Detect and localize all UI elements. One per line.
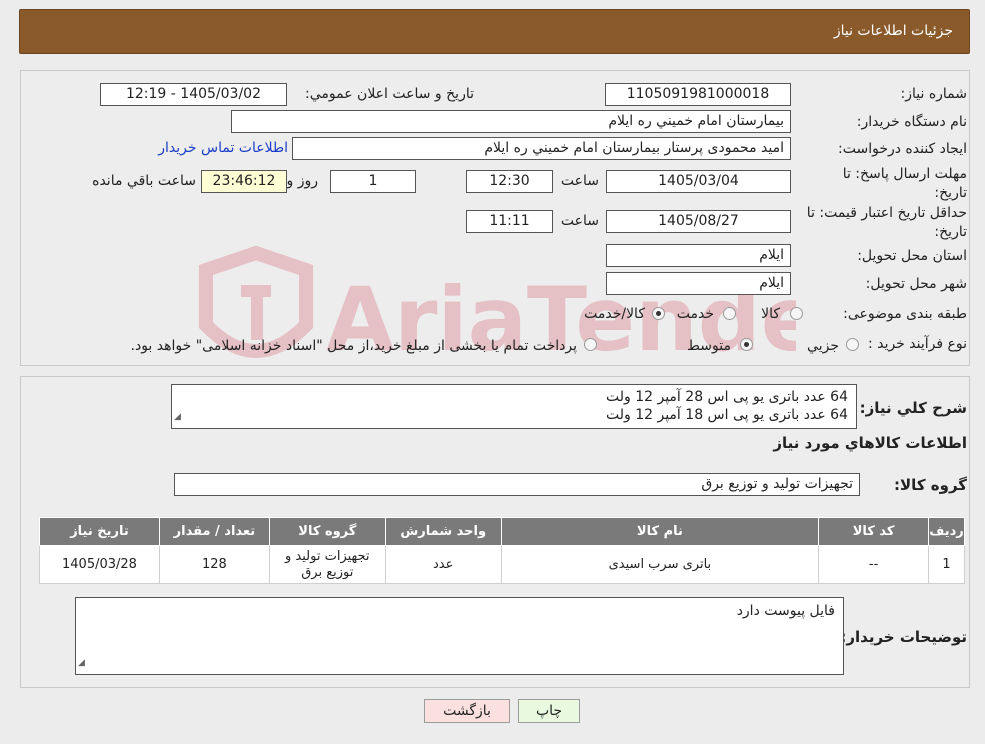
col-header-qty: تعداد / مقدار (158, 517, 270, 546)
validity-date-field: 1405/08/27 (606, 210, 791, 233)
description-line-1: 64 عدد باتری یو پی اس 28 آمپر 12 ولت (605, 389, 848, 405)
validity-label-line1: حداقل تاريخ اعتبار قيمت: تا (806, 205, 967, 221)
announce-field: 1405/03/02 - 12:19 (100, 83, 287, 106)
goods-section-title: اطلاعات كالاهاي مورد نياز (773, 434, 967, 452)
days-field: 1 (330, 170, 416, 193)
creator-field: اميد محمودی پرستار بيمارستان امام خميني … (292, 137, 791, 160)
remaining-label: ساعت باقي مانده (92, 173, 196, 189)
table-row: 1 -- باتری سرب اسیدی عدد تجهيزات توليد و… (39, 545, 965, 584)
goods-table: رديف كد كالا نام كالا واحد شمارش گروه كا… (39, 517, 965, 584)
col-header-name: نام كالا (500, 517, 820, 546)
remaining-time-field: 23:46:12 (201, 170, 287, 193)
cell-unit: عدد (384, 545, 502, 584)
buyer-org-field: بيمارستان امام خميني ره ايلام (231, 110, 791, 133)
goods-table-header-row: رديف كد كالا نام كالا واحد شمارش گروه كا… (39, 517, 965, 546)
deadline-time-field: 12:30 (466, 170, 553, 193)
category-radio-goods[interactable] (790, 307, 803, 320)
col-header-date: تاريخ نياز (39, 517, 160, 546)
validity-time-field: 11:11 (466, 210, 553, 233)
cell-date: 1405/03/28 (39, 545, 160, 584)
city-field: ايلام (606, 272, 791, 295)
announce-label: تاريخ و ساعت اعلان عمومي: (305, 86, 474, 102)
buyer-org-label: نام دستگاه خريدار: (856, 114, 967, 130)
category-option-service: خدمت (676, 306, 714, 322)
deadline-time-label: ساعت (560, 173, 599, 189)
page-title: جزئیات اطلاعات نیاز (833, 23, 953, 39)
buyer-contact-link[interactable]: اطلاعات تماس خريدار (158, 140, 288, 156)
col-header-unit: واحد شمارش (384, 517, 502, 546)
validity-time-label: ساعت (560, 213, 599, 229)
category-radio-service[interactable] (723, 307, 736, 320)
description-label: شرح كلي نياز: (859, 399, 967, 417)
page-header: جزئیات اطلاعات نیاز (19, 9, 970, 54)
process-option-minor: جزيي (807, 338, 839, 354)
category-radio-goods-service[interactable] (652, 307, 665, 320)
need-number-label: شماره نیاز: (900, 86, 968, 102)
province-field: ايلام (606, 244, 791, 267)
description-textarea[interactable]: 64 عدد باتری یو پی اس 28 آمپر 12 ولت 64 … (171, 384, 857, 429)
city-label: شهر محل تحويل: (865, 276, 967, 292)
category-option-goods-service: كالا/خدمت (584, 306, 645, 322)
province-label: استان محل تحويل: (857, 248, 967, 264)
process-note: پرداخت تمام يا بخشی از مبلغ خريد،از محل … (130, 338, 577, 354)
resize-grip-icon[interactable]: ◢ (174, 408, 181, 426)
process-radio-minor[interactable] (846, 338, 859, 351)
deadline-label-line2: تاريخ: (934, 185, 967, 201)
days-label: روز و (286, 173, 319, 189)
process-label: نوع فرآيند خريد : (868, 336, 967, 352)
process-option-medium: متوسط (687, 338, 731, 354)
description-line-2: 64 عدد باتری یو پی اس 18 آمپر 12 ولت (605, 407, 848, 423)
goods-group-label: گروه كالا: (894, 476, 967, 494)
print-button[interactable]: چاپ (518, 699, 580, 723)
process-radio-medium[interactable] (740, 338, 753, 351)
category-option-goods: كالا (761, 306, 780, 322)
col-header-index: رديف (928, 517, 965, 546)
deadline-label-line1: مهلت ارسال پاسخ: تا (842, 166, 967, 182)
creator-label: ايجاد كننده درخواست: (838, 141, 967, 157)
goods-group-field: تجهيزات توليد و توزيع برق (174, 473, 860, 496)
buyer-notes-text: فایل پیوست دارد (736, 603, 835, 619)
cell-group: تجهيزات توليد و توزيع برق (268, 545, 386, 584)
cell-code: -- (818, 545, 930, 584)
cell-name: باتری سرب اسیدی (500, 545, 820, 584)
resize-grip-icon[interactable]: ◢ (78, 654, 85, 672)
buyer-notes-label: توضيحات خريدار: (840, 628, 967, 646)
goods-table-wrap: رديف كد كالا نام كالا واحد شمارش گروه كا… (39, 517, 965, 584)
col-header-group: گروه كالا (268, 517, 386, 546)
validity-label-line2: تاريخ: (934, 224, 967, 240)
back-button[interactable]: بازگشت (424, 699, 510, 723)
process-radio-treasury[interactable] (584, 338, 597, 351)
need-number-field: 1105091981000018 (605, 83, 791, 106)
col-header-code: كد كالا (818, 517, 930, 546)
cell-index: 1 (928, 545, 965, 584)
category-label: طبقه بندی موضوعی: (843, 306, 967, 322)
cell-qty: 128 (158, 545, 270, 584)
buyer-notes-textarea[interactable]: فایل پیوست دارد ◢ (75, 597, 844, 675)
deadline-date-field: 1405/03/04 (606, 170, 791, 193)
